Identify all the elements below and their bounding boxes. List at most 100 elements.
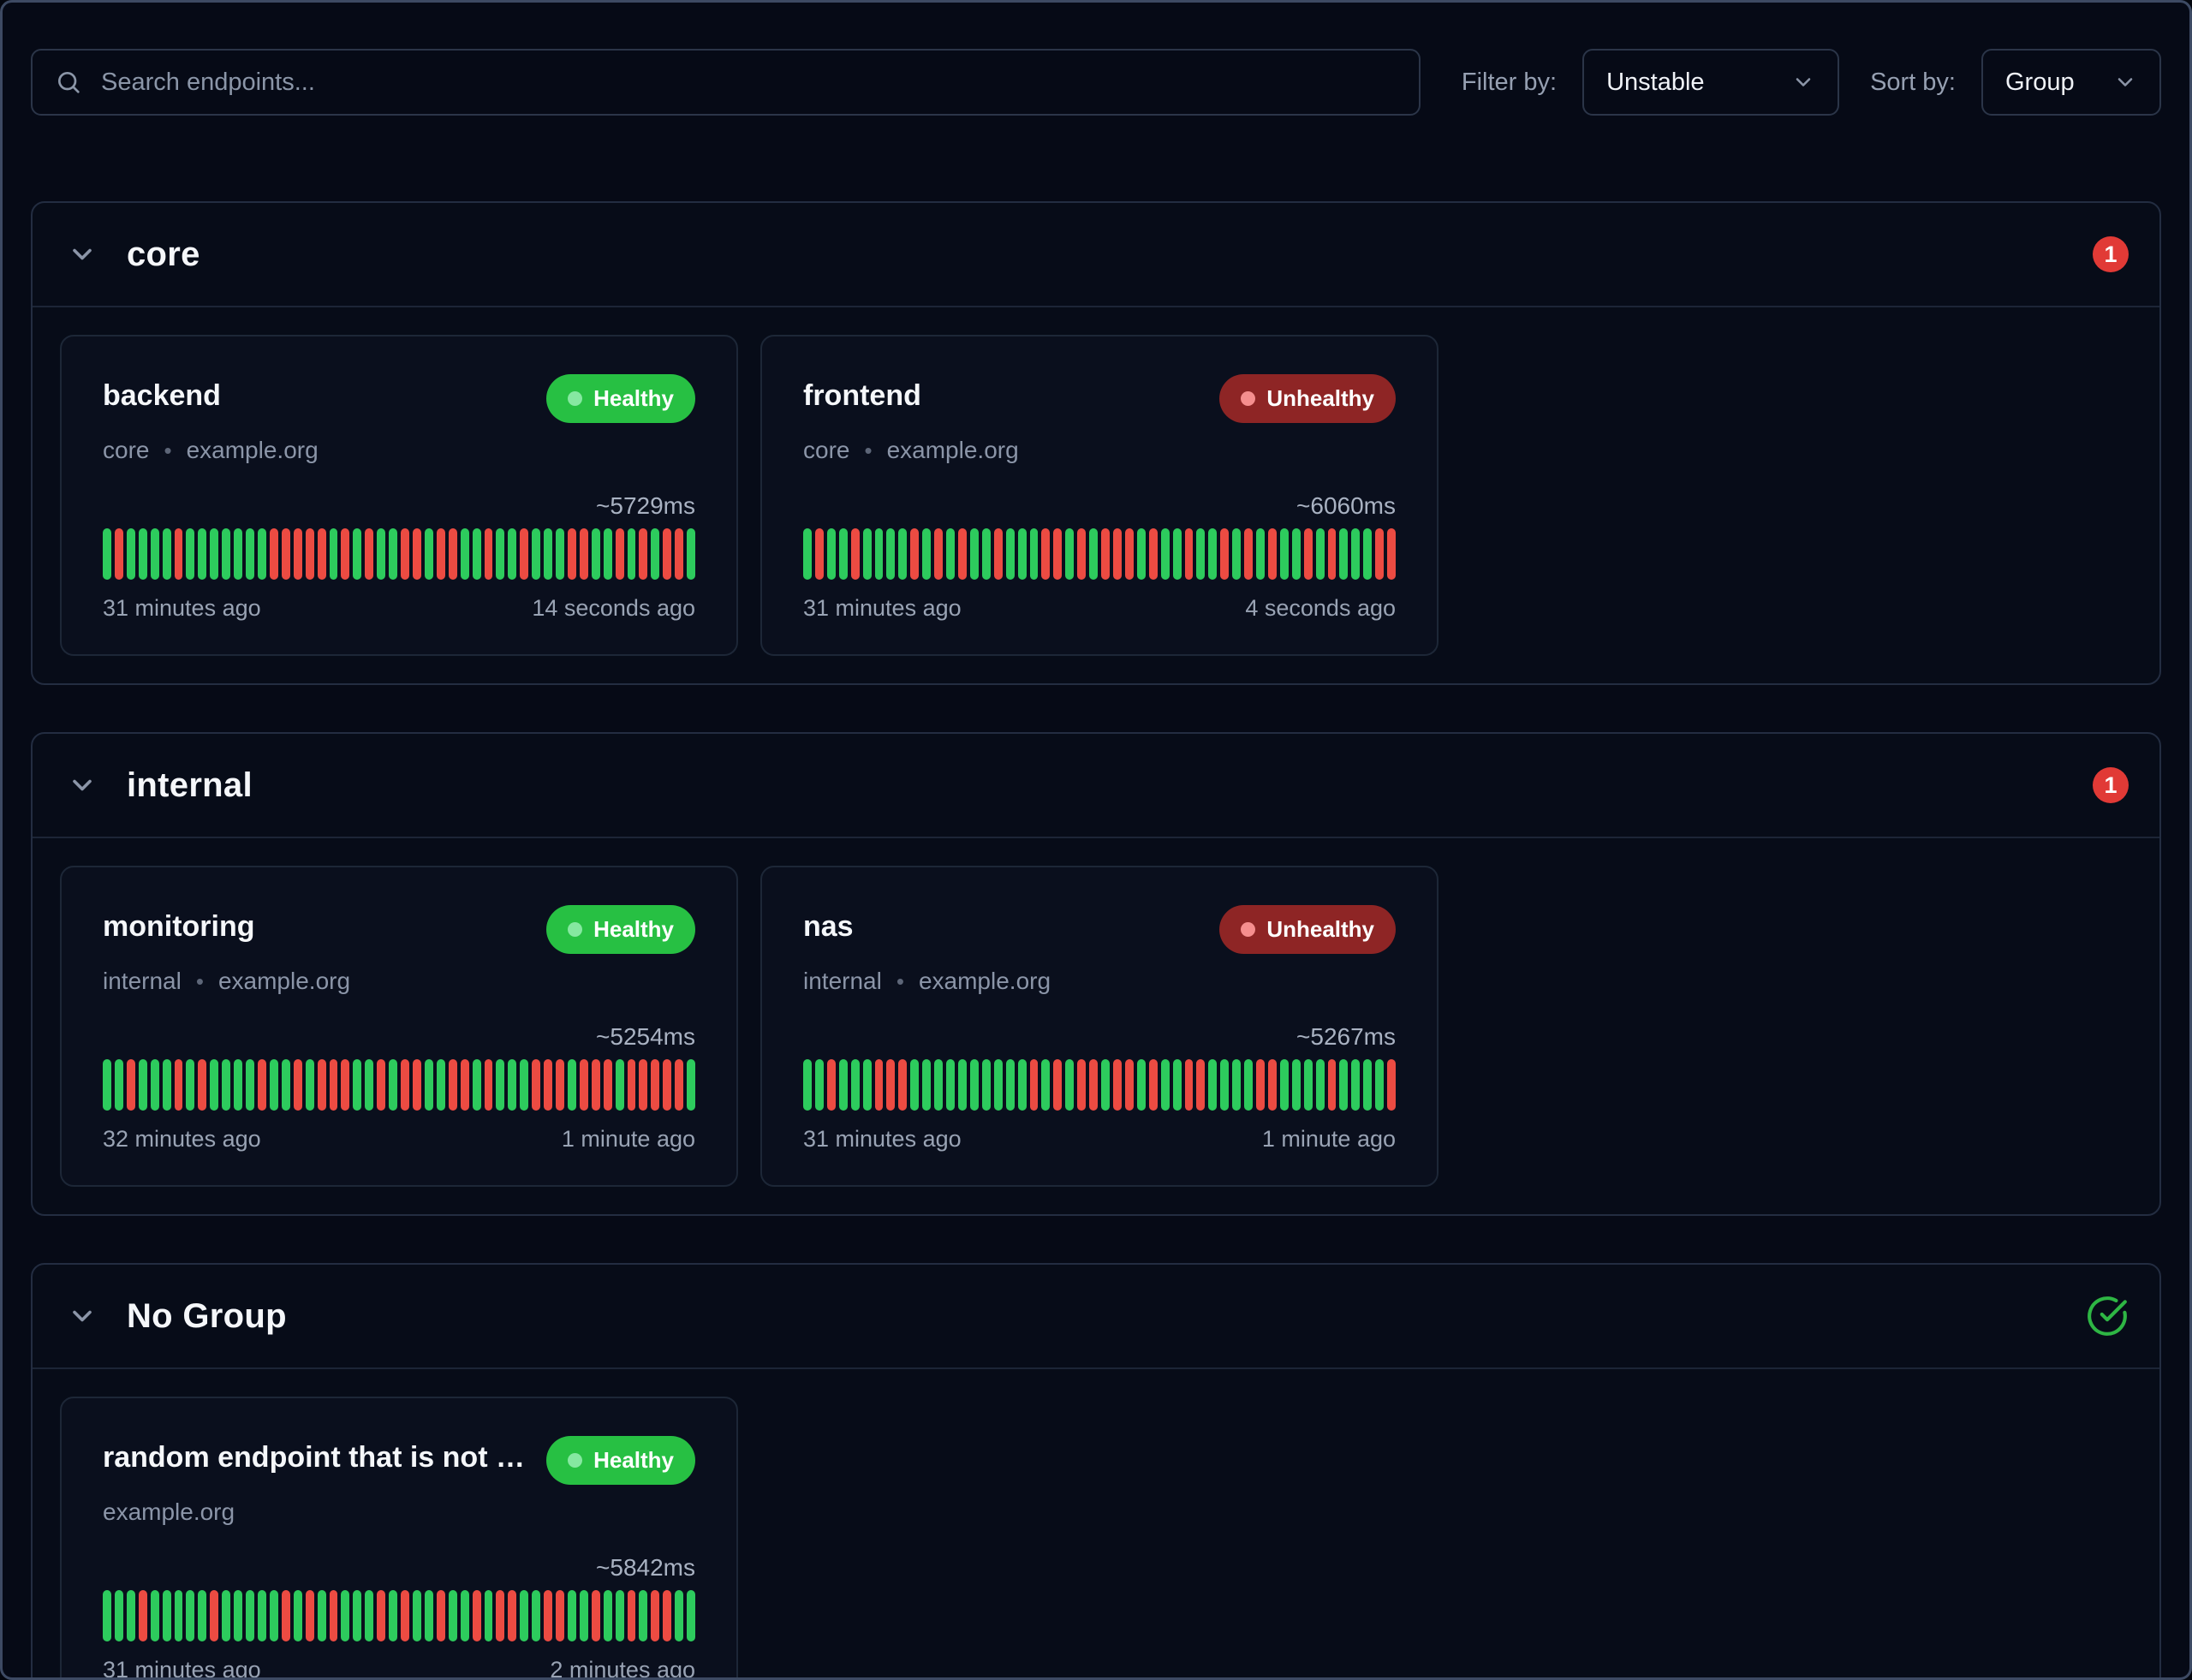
history-range: 31 minutes ago14 seconds ago — [103, 595, 695, 622]
history-bar-failure — [1256, 1059, 1265, 1111]
search-input[interactable] — [99, 68, 1397, 98]
group-header-core[interactable]: core1 — [33, 203, 2159, 307]
uptime-history-bars[interactable] — [103, 1590, 695, 1641]
oldest-timestamp: 31 minutes ago — [803, 1126, 962, 1153]
history-bar-success — [994, 1059, 1003, 1111]
endpoint-subtitle: core•example.org — [803, 437, 1396, 464]
history-bar-success — [246, 1590, 254, 1641]
history-bar-success — [1339, 528, 1348, 580]
endpoint-card-backend[interactable]: backendHealthycore•example.org~5729ms31 … — [60, 335, 738, 656]
status-dot-icon — [1241, 922, 1255, 937]
history-bar-failure — [1149, 1059, 1158, 1111]
history-bar-success — [910, 1059, 919, 1111]
history-bar-failure — [851, 528, 860, 580]
history-bar-failure — [318, 528, 326, 580]
history-range: 31 minutes ago 1 minute ago — [803, 1126, 1396, 1153]
history-bar-success — [1363, 528, 1372, 580]
history-bar-success — [496, 1059, 504, 1111]
endpoint-subtitle: internal•example.org — [103, 968, 695, 995]
history-bar-success — [675, 1590, 683, 1641]
uptime-history-bars[interactable] — [803, 1059, 1396, 1111]
history-bar-failure — [994, 528, 1003, 580]
history-bar-failure — [1387, 1059, 1396, 1111]
history-bar-success — [222, 528, 230, 580]
uptime-history-bars[interactable] — [103, 1059, 695, 1111]
history-bar-failure — [330, 1590, 338, 1641]
oldest-timestamp: 31 minutes ago — [103, 595, 261, 622]
history-bar-failure — [556, 1059, 564, 1111]
search-box[interactable] — [31, 49, 1421, 116]
filter-select[interactable]: Unstable — [1582, 49, 1839, 116]
history-bar-failure — [532, 1059, 540, 1111]
filter-select-value: Unstable — [1606, 69, 1704, 97]
newest-timestamp: 1 minute ago — [562, 1126, 695, 1153]
history-bar-success — [473, 1059, 481, 1111]
history-bar-success — [163, 1059, 171, 1111]
history-bar-failure — [1268, 528, 1277, 580]
history-bar-failure — [616, 528, 624, 580]
history-bar-success — [1256, 528, 1265, 580]
history-bar-failure — [270, 528, 278, 580]
history-bar-failure — [198, 1059, 206, 1111]
history-bar-success — [922, 528, 931, 580]
history-bar-success — [946, 1059, 955, 1111]
history-bar-success — [461, 1590, 469, 1641]
newest-timestamp: 4 seconds ago — [1245, 595, 1396, 622]
group-title: No Group — [127, 1297, 287, 1336]
endpoint-name: monitoring — [103, 905, 255, 944]
history-bar-success — [186, 1059, 194, 1111]
history-bar-success — [827, 528, 836, 580]
history-bar-success — [1065, 528, 1074, 580]
history-bar-success — [1316, 1059, 1325, 1111]
uptime-history-bars[interactable] — [103, 528, 695, 580]
endpoint-name: nas — [803, 905, 854, 944]
history-bar-success — [115, 1590, 123, 1641]
history-bar-success — [639, 1590, 647, 1641]
sort-select[interactable]: Group — [1981, 49, 2161, 116]
history-bar-failure — [508, 1590, 516, 1641]
history-bar-success — [815, 1059, 824, 1111]
history-bar-success — [365, 1059, 373, 1111]
endpoint-card-nas[interactable]: nasUnhealthyinternal•example.org~5267ms3… — [760, 866, 1438, 1187]
history-bar-failure — [663, 1590, 671, 1641]
history-bar-success — [425, 1590, 433, 1641]
history-bar-success — [473, 528, 481, 580]
history-bar-success — [151, 528, 159, 580]
history-bar-success — [1006, 528, 1015, 580]
history-bar-success — [1161, 528, 1170, 580]
history-bar-failure — [485, 1059, 493, 1111]
history-bar-failure — [1375, 528, 1384, 580]
endpoint-card-monitoring[interactable]: monitoringHealthyinternal•example.org~52… — [60, 866, 738, 1187]
history-bar-success — [851, 1059, 860, 1111]
history-bar-success — [198, 1590, 206, 1641]
group-section-internal: internal1 monitoringHealthyinternal•examp… — [31, 732, 2161, 1216]
history-bar-failure — [663, 528, 671, 580]
history-bar-failure — [377, 1059, 385, 1111]
endpoint-card-random-endpoint-that-is-not-pa[interactable]: random endpoint that is not part...Healt… — [60, 1397, 738, 1680]
group-header-internal[interactable]: internal1 — [33, 734, 2159, 838]
history-bar-success — [520, 1590, 528, 1641]
history-bar-failure — [1185, 528, 1194, 580]
history-bar-failure — [127, 1059, 135, 1111]
history-bar-failure — [485, 528, 493, 580]
endpoint-name: backend — [103, 374, 221, 413]
history-range: 32 minutes ago1 minute ago — [103, 1126, 695, 1153]
group-status-indicator: 1 — [2093, 236, 2129, 272]
history-bar-success — [425, 528, 433, 580]
group-chevron-down-icon — [67, 770, 98, 801]
endpoint-group-label: internal — [103, 968, 182, 995]
history-bar-success — [1375, 1059, 1384, 1111]
endpoint-subtitle: example.org — [103, 1498, 695, 1526]
history-bar-success — [580, 1590, 588, 1641]
history-bar-failure — [473, 1590, 481, 1641]
group-header-no-group[interactable]: No Group — [33, 1265, 2159, 1369]
history-bar-failure — [258, 1059, 266, 1111]
history-bar-failure — [318, 1059, 326, 1111]
endpoint-card-frontend[interactable]: frontendUnhealthycore•example.org~6060ms… — [760, 335, 1438, 656]
group-chevron-down-icon — [67, 1301, 98, 1331]
history-bar-failure — [401, 1059, 409, 1111]
uptime-history-bars[interactable] — [803, 528, 1396, 580]
newest-timestamp: 1 minute ago — [1262, 1126, 1396, 1153]
history-bar-success — [898, 528, 907, 580]
history-bar-success — [687, 1590, 695, 1641]
